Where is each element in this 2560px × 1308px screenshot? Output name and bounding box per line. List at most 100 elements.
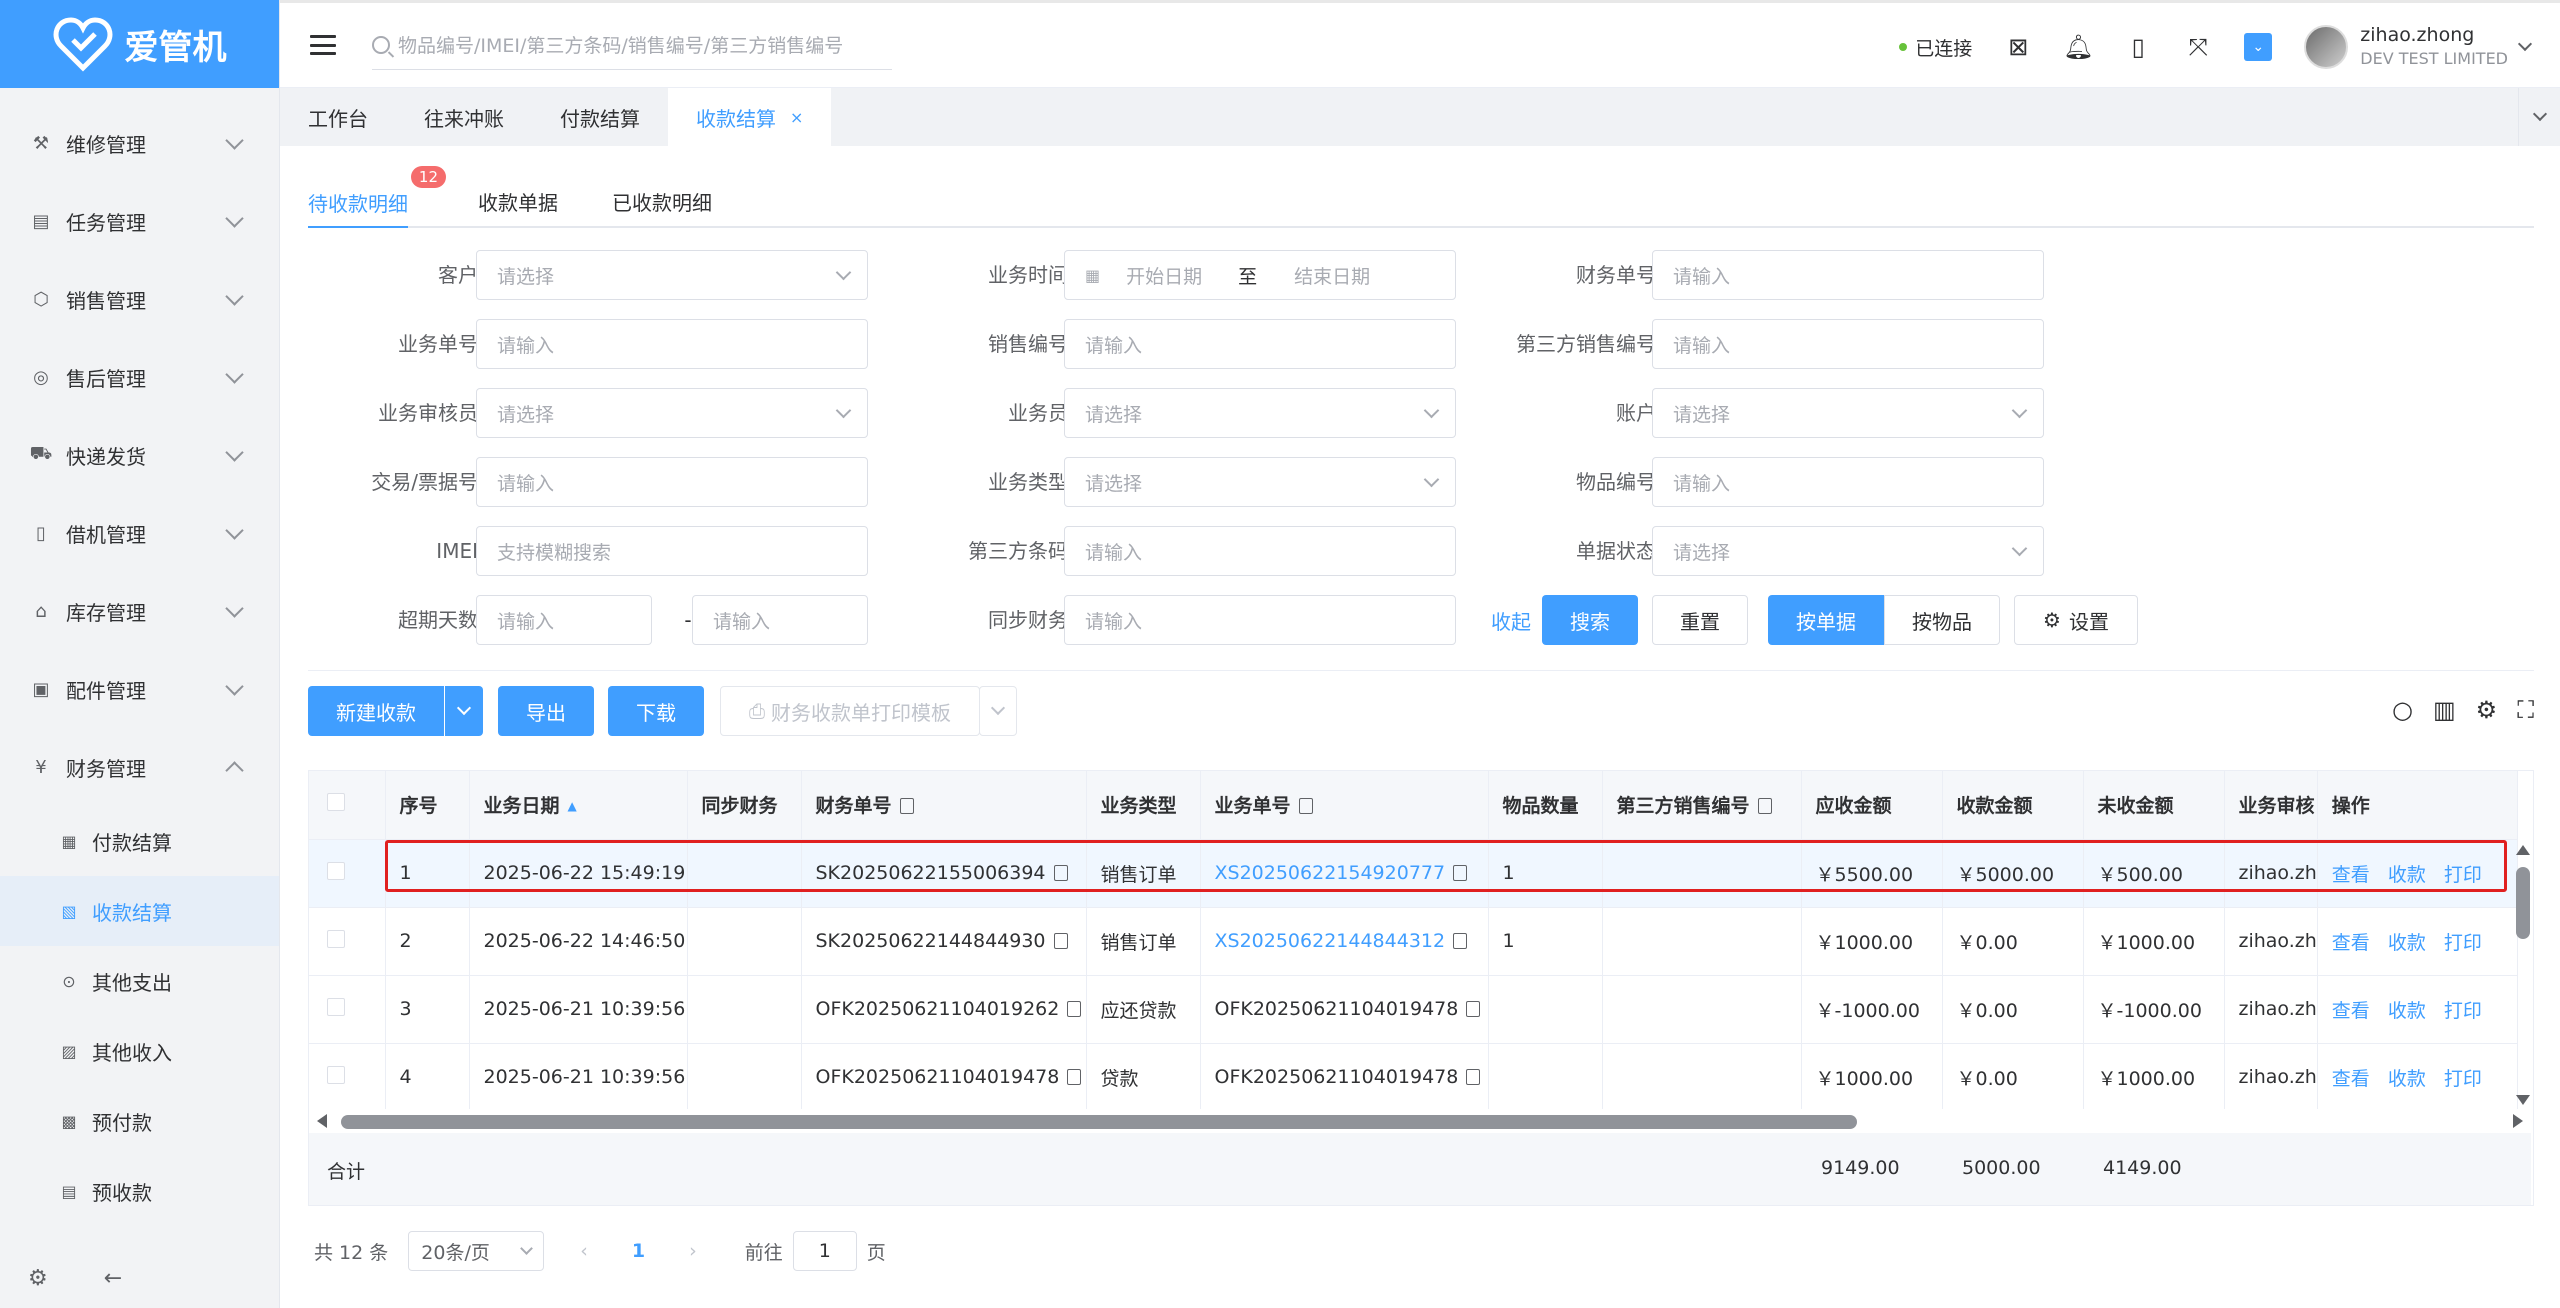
export-button[interactable]: 导出 <box>498 686 594 736</box>
trade-no-input[interactable]: 请输入 <box>476 457 868 507</box>
excel-icon[interactable]: ⊠ <box>2004 33 2032 61</box>
reset-button[interactable]: 重置 <box>1652 595 1748 645</box>
copy-icon[interactable] <box>1453 933 1468 949</box>
cell-biz-no[interactable]: XS20250622154920777 <box>1200 839 1489 908</box>
bell-icon[interactable]: 🔔︎ <box>2063 33 2093 61</box>
global-search-input[interactable]: 物品编号/IMEI/第三方条码/销售编号/第三方销售编号 <box>372 20 892 70</box>
sidebar-item-finance[interactable]: ¥ 财务管理 <box>0 728 279 806</box>
biz-no-text[interactable]: XS20250622154920777 <box>1215 862 1446 884</box>
receive-link[interactable]: 收款 <box>2388 932 2426 954</box>
sidebar-item-loan[interactable]: ▯ 借机管理 <box>0 494 279 572</box>
settings-button[interactable]: ⚙ 设置 <box>2014 595 2138 645</box>
collapse-button[interactable]: 收起 <box>1478 595 1544 645</box>
copy-icon[interactable] <box>1453 865 1468 881</box>
view-link[interactable]: 查看 <box>2332 864 2370 886</box>
sidebar-subitem-prereceive[interactable]: ▤ 预收款 <box>0 1156 279 1226</box>
scroll-thumb[interactable] <box>2516 867 2530 939</box>
sale-no-input[interactable]: 请输入 <box>1064 319 1456 369</box>
biz-no-text[interactable]: XS20250622144844312 <box>1215 930 1446 952</box>
tab-receipt[interactable]: 收款结算 × <box>668 88 832 146</box>
print-link[interactable]: 打印 <box>2444 932 2482 954</box>
copy-icon[interactable] <box>1466 1069 1481 1085</box>
sidebar-item-parts[interactable]: ▣ 配件管理 <box>0 650 279 728</box>
scroll-right-icon[interactable] <box>2513 1114 2523 1128</box>
copy-icon[interactable] <box>1067 1001 1082 1017</box>
third-barcode-input[interactable]: 请输入 <box>1064 526 1456 576</box>
columns-icon[interactable]: ▥ <box>2433 696 2456 724</box>
sidebar-subitem-income[interactable]: ▨ 其他收入 <box>0 1016 279 1086</box>
receive-link[interactable]: 收款 <box>2388 1000 2426 1022</box>
notebook-icon[interactable]: ▯ <box>2124 33 2152 61</box>
copy-icon[interactable] <box>1757 798 1772 815</box>
view-link[interactable]: 查看 <box>2332 932 2370 954</box>
sidebar-item-stock[interactable]: ⌂ 库存管理 <box>0 572 279 650</box>
third-sale-no-input[interactable]: 请输入 <box>1652 319 2044 369</box>
sidebar-item-sales[interactable]: ⬡ 销售管理 <box>0 260 279 338</box>
table-row[interactable]: 4 2025-06-21 10:39:56 OFK20250621104019478… <box>309 1043 2518 1112</box>
subtab-received[interactable]: 已收款明细 <box>612 176 712 226</box>
print-link[interactable]: 打印 <box>2444 1068 2482 1090</box>
biz-no-input[interactable]: 请输入 <box>476 319 868 369</box>
sidebar-item-aftersale[interactable]: ◎ 售后管理 <box>0 338 279 416</box>
sync-input[interactable]: 请输入 <box>1064 595 1456 645</box>
fullscreen-icon[interactable]: ⛶ <box>2517 696 2534 724</box>
item-no-input[interactable]: 请输入 <box>1652 457 2044 507</box>
receive-link[interactable]: 收款 <box>2388 864 2426 886</box>
download-button[interactable]: 下载 <box>608 686 704 736</box>
goto-page-input[interactable]: 1 <box>792 1231 857 1271</box>
by-doc-button[interactable]: 按单据 <box>1768 595 1884 645</box>
col-header-date[interactable]: 业务日期 ▲ <box>469 771 688 840</box>
table-row[interactable]: 1 2025-06-22 15:49:19 SK20250622155006394 销… <box>309 839 2518 908</box>
doc-status-select[interactable]: 请选择 <box>1652 526 2044 576</box>
sidebar-subitem-expense[interactable]: ⊙ 其他支出 <box>0 946 279 1016</box>
cell-biz-no[interactable]: XS20250622144844312 <box>1200 907 1489 976</box>
select-all-checkbox[interactable] <box>309 771 386 840</box>
print-template-button[interactable]: ⎙ 财务收款单打印模板 <box>720 686 980 736</box>
new-receipt-button[interactable]: 新建收款 <box>308 686 444 736</box>
auditor-select[interactable]: 请选择 <box>476 388 868 438</box>
new-receipt-dropdown[interactable] <box>445 686 483 736</box>
scroll-up-icon[interactable] <box>2516 845 2530 855</box>
next-page-icon[interactable]: › <box>689 1240 697 1262</box>
menu-toggle-icon[interactable] <box>310 35 336 55</box>
horizontal-scrollbar[interactable] <box>309 1109 2531 1133</box>
copy-icon[interactable] <box>1298 798 1313 815</box>
row-checkbox[interactable] <box>309 907 386 976</box>
sidebar-subitem-payment[interactable]: ▦ 付款结算 <box>0 806 279 876</box>
close-icon[interactable]: × <box>790 108 803 127</box>
view-link[interactable]: 查看 <box>2332 1068 2370 1090</box>
prev-page-icon[interactable]: ‹ <box>580 1240 588 1262</box>
arrow-left-icon[interactable]: ← <box>104 1266 122 1291</box>
overdue-max-input[interactable]: 请输入 <box>692 595 868 645</box>
tab-payment[interactable]: 付款结算 <box>532 88 668 146</box>
sidebar-subitem-receipt[interactable]: ▧ 收款结算 <box>0 876 279 946</box>
search-icon[interactable]: ○ <box>2392 696 2413 724</box>
row-checkbox[interactable] <box>309 1043 386 1112</box>
tab-reconcile[interactable]: 往来冲账 <box>396 88 532 146</box>
by-item-button[interactable]: 按物品 <box>1884 595 2000 645</box>
vertical-scrollbar[interactable] <box>2513 839 2531 1109</box>
tab-workbench[interactable]: 工作台 <box>280 88 396 146</box>
table-row[interactable]: 2 2025-06-22 14:46:50 SK20250622144844930 销… <box>309 907 2518 976</box>
sidebar-item-repair[interactable]: ⚒ 维修管理 <box>0 104 279 182</box>
biz-time-range[interactable]: ▦ 开始日期 至 结束日期 <box>1064 250 1456 300</box>
sort-icon[interactable]: ▲ <box>568 799 577 813</box>
copy-icon[interactable] <box>1053 865 1068 881</box>
print-template-dropdown[interactable] <box>979 686 1017 736</box>
sidebar-item-express[interactable]: ⛟ 快递发货 <box>0 416 279 494</box>
page-size-select[interactable]: 20条/页 <box>408 1231 545 1271</box>
logo[interactable]: 爱管机 <box>0 0 279 88</box>
copy-icon[interactable] <box>1466 1001 1481 1017</box>
row-checkbox[interactable] <box>309 975 386 1044</box>
copy-icon[interactable] <box>1067 1069 1082 1085</box>
receive-link[interactable]: 收款 <box>2388 1068 2426 1090</box>
print-link[interactable]: 打印 <box>2444 864 2482 886</box>
tabs-more-button[interactable] <box>2518 88 2560 146</box>
copy-icon[interactable] <box>899 798 914 815</box>
fin-no-input[interactable]: 请输入 <box>1652 250 2044 300</box>
print-link[interactable]: 打印 <box>2444 1000 2482 1022</box>
row-checkbox[interactable] <box>309 839 386 908</box>
scroll-thumb[interactable] <box>341 1115 1857 1129</box>
gear-icon[interactable]: ⚙ <box>28 1266 48 1291</box>
customer-select[interactable]: 请选择 <box>476 250 868 300</box>
